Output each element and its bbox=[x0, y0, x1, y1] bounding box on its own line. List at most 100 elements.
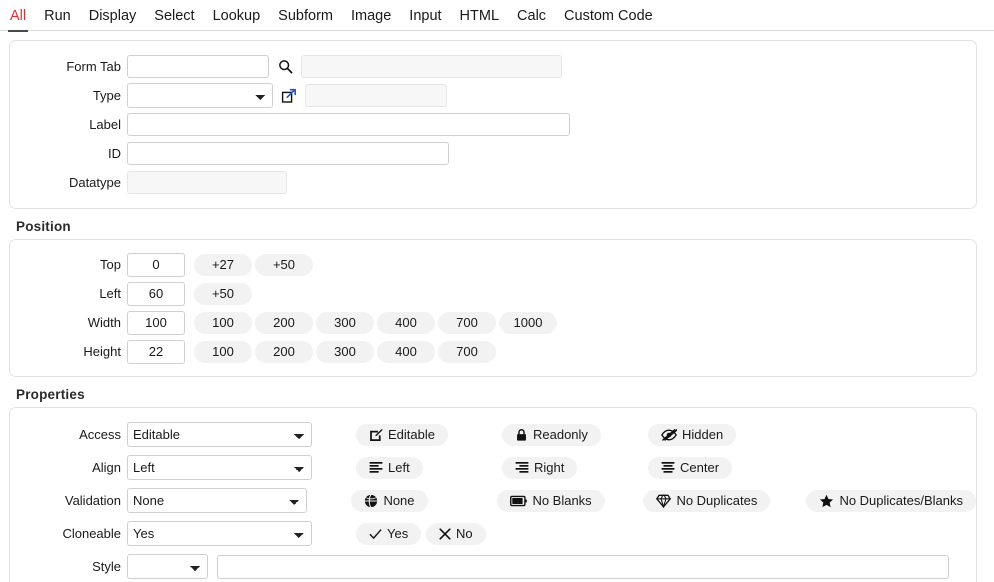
tab-select[interactable]: Select bbox=[152, 6, 196, 30]
height-preset-300[interactable]: 300 bbox=[316, 340, 374, 363]
cloneable-pill-no[interactable]: No bbox=[426, 522, 486, 545]
properties-section-title: Properties bbox=[16, 387, 85, 402]
align-right-icon bbox=[515, 461, 529, 474]
align-pill-center-label: Center bbox=[680, 460, 720, 475]
cloneable-label: Cloneable bbox=[62, 526, 121, 541]
type-readonly-field bbox=[305, 84, 447, 107]
lock-icon bbox=[515, 428, 528, 442]
tab-calc[interactable]: Calc bbox=[515, 6, 548, 30]
type-row: Type bbox=[10, 81, 976, 110]
width-preset-700[interactable]: 700 bbox=[438, 311, 496, 334]
height-preset-700[interactable]: 700 bbox=[438, 340, 496, 363]
access-row: Access Editable Editable Readonly Hidden bbox=[10, 418, 976, 451]
tab-lookup[interactable]: Lookup bbox=[211, 6, 263, 30]
form-tab-row: Form Tab bbox=[10, 52, 976, 81]
top-label: Top bbox=[100, 257, 121, 272]
height-preset-400[interactable]: 400 bbox=[377, 340, 435, 363]
height-label: Height bbox=[83, 344, 121, 359]
width-row: Width 100 200 300 400 700 1000 bbox=[10, 308, 976, 337]
validation-pill-none-label: None bbox=[383, 493, 415, 508]
align-pill-left[interactable]: Left bbox=[356, 456, 423, 479]
label-field-label: Label bbox=[89, 117, 121, 132]
left-label: Left bbox=[99, 286, 121, 301]
access-select[interactable]: Editable bbox=[127, 422, 312, 447]
width-input[interactable] bbox=[127, 310, 185, 335]
align-select[interactable]: Left bbox=[127, 455, 312, 480]
form-tab-readonly-field bbox=[301, 55, 562, 78]
tab-html[interactable]: HTML bbox=[458, 6, 501, 30]
height-row: Height 100 200 300 400 700 bbox=[10, 337, 976, 366]
validation-pill-no-blanks[interactable]: No Blanks bbox=[497, 489, 605, 512]
height-preset-200[interactable]: 200 bbox=[255, 340, 313, 363]
left-preset-plus50[interactable]: +50 bbox=[194, 282, 252, 305]
tab-subform[interactable]: Subform bbox=[276, 6, 335, 30]
position-section-title: Position bbox=[16, 219, 71, 234]
search-icon[interactable] bbox=[274, 56, 296, 78]
style-select[interactable] bbox=[127, 554, 208, 579]
label-input[interactable] bbox=[127, 113, 570, 136]
id-row: ID bbox=[10, 139, 976, 168]
validation-pill-none[interactable]: None bbox=[351, 489, 428, 512]
style-label: Style bbox=[92, 559, 121, 574]
access-pill-hidden[interactable]: Hidden bbox=[648, 423, 737, 446]
width-preset-400[interactable]: 400 bbox=[377, 311, 435, 334]
datatype-label: Datatype bbox=[68, 175, 121, 190]
validation-pill-no-blanks-label: No Blanks bbox=[532, 493, 592, 508]
tab-display[interactable]: Display bbox=[87, 6, 139, 30]
align-pill-left-label: Left bbox=[388, 460, 410, 475]
position-panel: Top +27 +50 Left +50 Width 100 200 300 4… bbox=[9, 239, 977, 377]
access-pill-readonly[interactable]: Readonly bbox=[502, 423, 601, 446]
height-input[interactable] bbox=[127, 339, 185, 364]
eye-slash-icon bbox=[661, 428, 677, 442]
top-preset-plus27[interactable]: +27 bbox=[194, 253, 252, 276]
globe-icon bbox=[364, 494, 378, 508]
validation-pill-no-duplicates-label: No Duplicates bbox=[676, 493, 758, 508]
cloneable-pill-yes-label: Yes bbox=[387, 526, 409, 541]
width-preset-200[interactable]: 200 bbox=[255, 311, 313, 334]
cloneable-pill-yes[interactable]: Yes bbox=[356, 522, 422, 545]
top-row: Top +27 +50 bbox=[10, 250, 976, 279]
width-preset-100[interactable]: 100 bbox=[194, 311, 252, 334]
datatype-field bbox=[127, 171, 287, 194]
type-select[interactable] bbox=[127, 83, 273, 108]
access-pill-editable-label: Editable bbox=[388, 427, 435, 442]
tab-run[interactable]: Run bbox=[42, 6, 73, 30]
align-pill-right[interactable]: Right bbox=[502, 456, 578, 479]
access-pill-hidden-label: Hidden bbox=[682, 427, 724, 442]
general-panel: Form Tab Type Label ID Datatype bbox=[9, 40, 977, 209]
align-pill-center[interactable]: Center bbox=[648, 456, 733, 479]
left-row: Left +50 bbox=[10, 279, 976, 308]
left-input[interactable] bbox=[127, 281, 185, 306]
tab-custom-code[interactable]: Custom Code bbox=[562, 6, 655, 30]
style-row: Style bbox=[10, 550, 976, 582]
label-row: Label bbox=[10, 110, 976, 139]
height-preset-100[interactable]: 100 bbox=[194, 340, 252, 363]
align-center-icon bbox=[661, 461, 675, 474]
gem-icon bbox=[656, 494, 672, 508]
tab-input[interactable]: Input bbox=[407, 6, 443, 30]
top-preset-plus50[interactable]: +50 bbox=[255, 253, 313, 276]
validation-row: Validation None None No Blanks No Duplic… bbox=[10, 484, 976, 517]
id-input[interactable] bbox=[127, 142, 449, 165]
id-field-label: ID bbox=[108, 146, 121, 161]
type-label: Type bbox=[92, 88, 121, 103]
form-tab-label: Form Tab bbox=[66, 59, 121, 74]
width-preset-1000[interactable]: 1000 bbox=[499, 311, 557, 334]
validation-pill-no-duplicates-blanks[interactable]: No Duplicates/Blanks bbox=[806, 489, 976, 512]
tab-all[interactable]: All bbox=[8, 6, 29, 32]
external-link-icon[interactable] bbox=[278, 85, 300, 107]
cloneable-pill-no-label: No bbox=[456, 526, 473, 541]
star-icon bbox=[819, 494, 834, 508]
style-text-input[interactable] bbox=[217, 554, 949, 579]
check-icon bbox=[369, 528, 382, 540]
access-pill-editable[interactable]: Editable bbox=[356, 423, 448, 446]
form-tab-input[interactable] bbox=[127, 55, 269, 78]
validation-pill-no-duplicates-blanks-label: No Duplicates/Blanks bbox=[839, 493, 963, 508]
validation-select[interactable]: None bbox=[127, 488, 308, 513]
top-input[interactable] bbox=[127, 252, 185, 277]
cloneable-select[interactable]: Yes bbox=[127, 521, 312, 546]
width-preset-300[interactable]: 300 bbox=[316, 311, 374, 334]
validation-pill-no-duplicates[interactable]: No Duplicates bbox=[643, 489, 771, 512]
access-pill-readonly-label: Readonly bbox=[533, 427, 588, 442]
tab-image[interactable]: Image bbox=[349, 6, 393, 30]
